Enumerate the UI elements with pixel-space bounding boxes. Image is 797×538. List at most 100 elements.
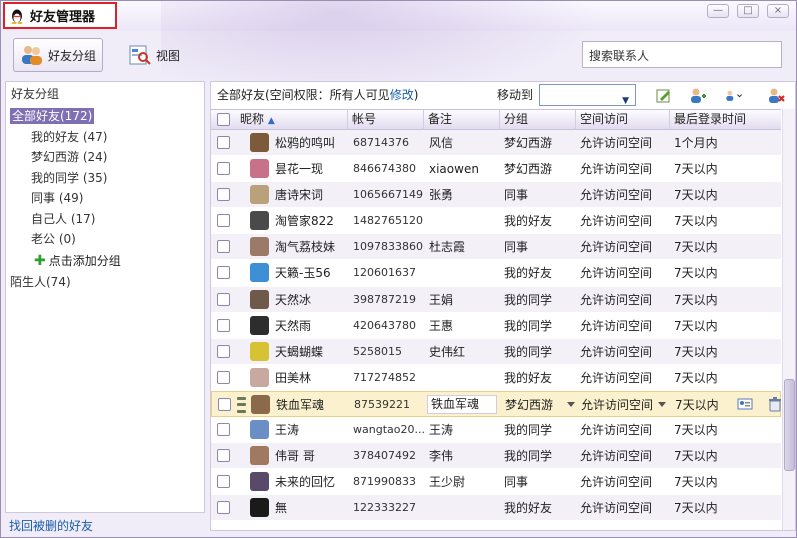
table-row[interactable]: 铁血军魂 87539221 铁血军魂 梦幻西游 允许访问空间 7天以内	[211, 390, 783, 418]
nickname-cell[interactable]: 伟哥 哥	[275, 443, 353, 469]
row-checkbox[interactable]	[217, 449, 230, 463]
minimize-button[interactable]: —	[707, 4, 729, 18]
group-cell: 我的好友	[504, 501, 553, 516]
view-button[interactable]: 视图	[124, 38, 194, 72]
row-checkbox[interactable]	[217, 370, 230, 384]
add-friend-icon[interactable]	[689, 87, 707, 105]
drag-handle-icon[interactable]	[237, 395, 246, 415]
avatar[interactable]	[250, 341, 269, 361]
nickname-cell[interactable]: 淘气荔枝妹	[275, 234, 353, 260]
trash-icon[interactable]	[767, 396, 783, 412]
table-row[interactable]: 淘管家822 1482765120 我的好友 允许访问空间 7天以内	[211, 208, 781, 235]
sidebar-item-colleagues[interactable]: 同事 (49)	[6, 188, 204, 209]
profile-card-icon[interactable]	[737, 396, 753, 412]
row-checkbox[interactable]	[217, 318, 230, 332]
nickname-cell[interactable]: 铁血军魂	[276, 392, 354, 418]
table-row[interactable]: 伟哥 哥 378407492 李伟 我的同学 允许访问空间 7天以内	[211, 443, 781, 470]
select-all-checkbox[interactable]	[217, 113, 230, 126]
edit-note-icon[interactable]	[655, 87, 673, 105]
chevron-down-icon[interactable]	[658, 401, 666, 407]
sidebar-item-my-friends[interactable]: 我的好友 (47)	[6, 127, 204, 148]
avatar[interactable]	[250, 263, 269, 283]
friend-menu-icon[interactable]	[725, 87, 743, 105]
avatar[interactable]	[250, 315, 269, 335]
nickname-cell[interactable]: 天蝎蝴蝶	[275, 339, 353, 365]
row-checkbox[interactable]	[217, 188, 230, 202]
edit-permission-link[interactable]: 修改	[390, 88, 414, 102]
add-group-button[interactable]: ✚ 点击添加分组	[6, 250, 204, 272]
delete-friend-icon[interactable]	[767, 87, 785, 105]
nickname-cell[interactable]: 昙花一现	[275, 156, 353, 182]
sidebar-item-classmates[interactable]: 我的同学 (35)	[6, 168, 204, 189]
sidebar-item-all-friends[interactable]: 全部好友(172)	[6, 106, 204, 127]
nickname-cell[interactable]: 無	[275, 495, 353, 521]
row-checkbox[interactable]	[217, 292, 230, 306]
table-row[interactable]: 田美林 717274852 我的好友 允许访问空间 7天以内	[211, 364, 781, 391]
nickname-cell[interactable]: 王涛	[275, 417, 353, 443]
column-last-login[interactable]: 最后登录时间	[669, 110, 781, 130]
sidebar-item-husband[interactable]: 老公 (0)	[6, 229, 204, 250]
row-checkbox[interactable]	[217, 214, 230, 228]
sidebar-item-menghuan[interactable]: 梦幻西游 (24)	[6, 147, 204, 168]
avatar[interactable]	[250, 211, 269, 231]
column-account[interactable]: 帐号	[347, 110, 425, 130]
nickname-cell[interactable]: 未来的回忆	[275, 469, 353, 495]
table-row[interactable]: 唐诗宋词 1065667149 张勇 同事 允许访问空间 7天以内	[211, 182, 781, 209]
row-checkbox[interactable]	[217, 266, 230, 280]
nickname-cell[interactable]: 松鸦的鸣叫	[275, 130, 353, 156]
row-checkbox[interactable]	[217, 344, 230, 358]
avatar[interactable]	[250, 446, 269, 466]
column-space-access[interactable]: 空间访问	[575, 110, 669, 130]
row-checkbox[interactable]	[217, 162, 230, 176]
sidebar-item-strangers[interactable]: 陌生人(74)	[6, 272, 204, 293]
table-row[interactable]: 松鸦的鸣叫 68714376 风信 梦幻西游 允许访问空间 1个月内	[211, 130, 781, 157]
vertical-scrollbar[interactable]	[782, 109, 795, 530]
nickname-cell[interactable]: 天然冰	[275, 287, 353, 313]
table-row[interactable]: 淘气荔枝妹 1097833860 杜志霞 同事 允许访问空间 7天以内	[211, 234, 781, 261]
avatar[interactable]	[250, 420, 269, 440]
avatar[interactable]	[250, 472, 269, 492]
table-row[interactable]: 天然冰 398787219 王娟 我的同学 允许访问空间 7天以内	[211, 286, 781, 313]
column-remark[interactable]: 备注	[423, 110, 501, 130]
row-checkbox[interactable]	[218, 397, 231, 411]
nickname-cell[interactable]: 天籁-玉56	[275, 260, 353, 286]
search-input[interactable]: 搜索联系人	[582, 41, 782, 68]
row-checkbox[interactable]	[217, 423, 230, 437]
avatar[interactable]	[250, 159, 269, 179]
table-row[interactable]: 天籁-玉56 120601637 我的好友 允许访问空间 7天以内	[211, 260, 781, 287]
row-checkbox[interactable]	[217, 136, 230, 149]
nickname-cell[interactable]: 天然雨	[275, 313, 353, 339]
remark-input[interactable]: 铁血军魂	[427, 394, 497, 414]
chevron-down-icon[interactable]	[567, 401, 575, 407]
avatar[interactable]	[250, 133, 269, 152]
avatar[interactable]	[250, 185, 269, 205]
column-group[interactable]: 分组	[499, 110, 577, 130]
title-bar[interactable]: 好友管理器 — □ ×	[1, 1, 796, 31]
nickname-cell[interactable]: 田美林	[275, 365, 353, 391]
close-button[interactable]: ×	[767, 4, 789, 18]
scrollbar-thumb[interactable]	[784, 379, 795, 471]
column-nickname[interactable]: 昵称 ▲	[236, 110, 353, 130]
row-checkbox[interactable]	[217, 240, 230, 254]
avatar[interactable]	[251, 394, 270, 414]
table-row[interactable]: 未来的回忆 871990833 王少尉 同事 允许访问空间 7天以内	[211, 469, 781, 496]
table-row[interactable]: 無 122333227 我的好友 允许访问空间 7天以内	[211, 495, 781, 522]
nickname-cell[interactable]: 淘管家822	[275, 208, 353, 234]
table-row[interactable]: 王涛 wangtao20... 王涛 我的同学 允许访问空间 7天以内	[211, 417, 781, 444]
avatar[interactable]	[250, 498, 269, 518]
table-row[interactable]: 天然雨 420643780 王惠 我的同学 允许访问空间 7天以内	[211, 312, 781, 339]
friend-group-button[interactable]: 好友分组	[13, 38, 103, 72]
recover-deleted-link[interactable]: 找回被删的好友	[9, 517, 93, 534]
avatar[interactable]	[250, 367, 269, 387]
table-row[interactable]: 昙花一现 846674380 xiaowen 梦幻西游 允许访问空间 7天以内	[211, 156, 781, 183]
table-row[interactable]: 天蝎蝴蝶 5258015 史伟红 我的同学 允许访问空间 7天以内	[211, 338, 781, 365]
avatar[interactable]	[250, 237, 269, 257]
row-checkbox[interactable]	[217, 501, 230, 515]
avatar[interactable]	[250, 289, 269, 309]
row-checkbox[interactable]	[217, 475, 230, 489]
move-to-select[interactable]: ▼	[539, 84, 636, 106]
maximize-button[interactable]: □	[737, 4, 759, 18]
nickname-cell[interactable]: 唐诗宋词	[275, 182, 353, 208]
sidebar-item-family[interactable]: 自己人 (17)	[6, 209, 204, 230]
space-access-cell: 允许访问空间	[580, 188, 653, 203]
